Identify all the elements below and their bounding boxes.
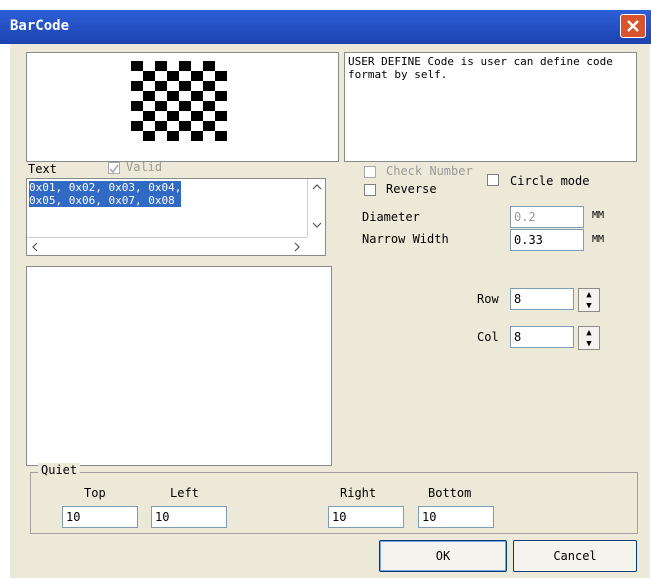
circle-mode-label: Circle mode <box>510 174 590 188</box>
matrix-cell <box>215 91 227 101</box>
matrix-cell <box>191 131 203 141</box>
check-icon <box>109 164 119 174</box>
matrix-cell <box>155 121 167 131</box>
matrix-cell <box>179 101 191 111</box>
matrix-cell <box>131 121 143 131</box>
narrow-width-input[interactable]: 0.33 <box>510 229 584 251</box>
matrix-cell <box>167 111 179 121</box>
barcode-preview <box>26 52 339 162</box>
matrix-cell <box>215 71 227 81</box>
scroll-right-icon[interactable] <box>291 240 303 254</box>
matrix-cell <box>143 91 155 101</box>
text-line-2: 0x05, 0x06, 0x07, 0x08 <box>29 194 182 207</box>
close-icon <box>627 20 639 32</box>
matrix-cell <box>143 71 155 81</box>
row-input[interactable]: 8 <box>510 288 574 310</box>
row-spinner[interactable]: ▲ ▼ <box>578 288 600 312</box>
text-area[interactable]: 0x01, 0x02, 0x03, 0x04, 0x05, 0x06, 0x07… <box>26 178 326 256</box>
matrix-cell <box>155 61 167 71</box>
matrix-cell <box>143 131 155 141</box>
diameter-unit: MM <box>592 210 605 221</box>
reverse-checkbox[interactable] <box>364 184 376 196</box>
circle-mode-checkbox[interactable] <box>487 174 499 186</box>
matrix-cell <box>179 81 191 91</box>
scroll-left-icon[interactable] <box>29 240 41 254</box>
quiet-top-input[interactable]: 10 <box>62 506 138 528</box>
col-input[interactable]: 8 <box>510 326 574 348</box>
text-label: Text <box>28 162 57 176</box>
matrix-cell <box>179 121 191 131</box>
quiet-left-input[interactable]: 10 <box>151 506 227 528</box>
matrix-cell <box>155 81 167 91</box>
matrix-cell <box>215 111 227 121</box>
scroll-down-icon[interactable] <box>310 219 324 231</box>
quiet-right-label: Right <box>340 486 377 500</box>
quiet-left-label: Left <box>170 486 199 500</box>
col-label: Col <box>477 330 499 344</box>
quiet-top-label: Top <box>84 486 106 500</box>
matrix-cell <box>167 71 179 81</box>
ok-button[interactable]: OK <box>379 540 507 572</box>
valid-label: Valid <box>126 160 163 174</box>
matrix-cell <box>191 71 203 81</box>
matrix-cell <box>203 121 215 131</box>
barcode-dialog: USER DEFINE Code is user can define code… <box>10 44 650 578</box>
close-button[interactable] <box>620 14 646 38</box>
check-number-checkbox[interactable] <box>364 166 376 178</box>
diameter-input[interactable]: 0.2 <box>510 206 584 228</box>
horizontal-scrollbar[interactable] <box>27 237 307 255</box>
spin-up-icon[interactable]: ▲ <box>579 289 599 300</box>
scroll-up-icon[interactable] <box>310 181 324 193</box>
matrix-cell <box>155 101 167 111</box>
matrix-cell <box>203 61 215 71</box>
valid-checkbox[interactable] <box>108 162 120 174</box>
title-bar: BarCode <box>0 10 651 44</box>
vertical-scrollbar[interactable] <box>307 179 325 237</box>
quiet-right-input[interactable]: 10 <box>328 506 404 528</box>
description-panel: USER DEFINE Code is user can define code… <box>344 52 637 162</box>
preview-panel <box>26 266 332 466</box>
matrix-cell <box>179 61 191 71</box>
quiet-bottom-input[interactable]: 10 <box>418 506 494 528</box>
narrow-width-unit: MM <box>592 234 605 245</box>
check-number-label: Check Number <box>386 164 473 178</box>
matrix-cell <box>167 91 179 101</box>
matrix-cell <box>131 81 143 91</box>
matrix-cell <box>215 131 227 141</box>
description-text: USER DEFINE Code is user can define code… <box>348 55 613 81</box>
diameter-label: Diameter <box>362 210 420 224</box>
text-line-1: 0x01, 0x02, 0x03, 0x04, <box>29 181 182 194</box>
matrix-cell <box>203 81 215 91</box>
narrow-width-label: Narrow Width <box>362 232 449 246</box>
quiet-bottom-label: Bottom <box>428 486 472 500</box>
matrix-cell <box>203 101 215 111</box>
row-label: Row <box>477 292 499 306</box>
reverse-label: Reverse <box>386 182 437 196</box>
matrix-cell <box>143 111 155 121</box>
matrix-cell <box>131 61 143 71</box>
spin-down-icon[interactable]: ▼ <box>579 338 599 349</box>
matrix-cell <box>191 91 203 101</box>
matrix-cell <box>191 111 203 121</box>
matrix-cell <box>167 131 179 141</box>
matrix-code-image <box>131 61 227 141</box>
cancel-button[interactable]: Cancel <box>513 540 637 572</box>
spin-up-icon[interactable]: ▲ <box>579 327 599 338</box>
col-spinner[interactable]: ▲ ▼ <box>578 326 600 350</box>
spin-down-icon[interactable]: ▼ <box>579 300 599 311</box>
quiet-label: Quiet <box>38 463 81 477</box>
matrix-cell <box>131 101 143 111</box>
window-title: BarCode <box>10 18 70 34</box>
